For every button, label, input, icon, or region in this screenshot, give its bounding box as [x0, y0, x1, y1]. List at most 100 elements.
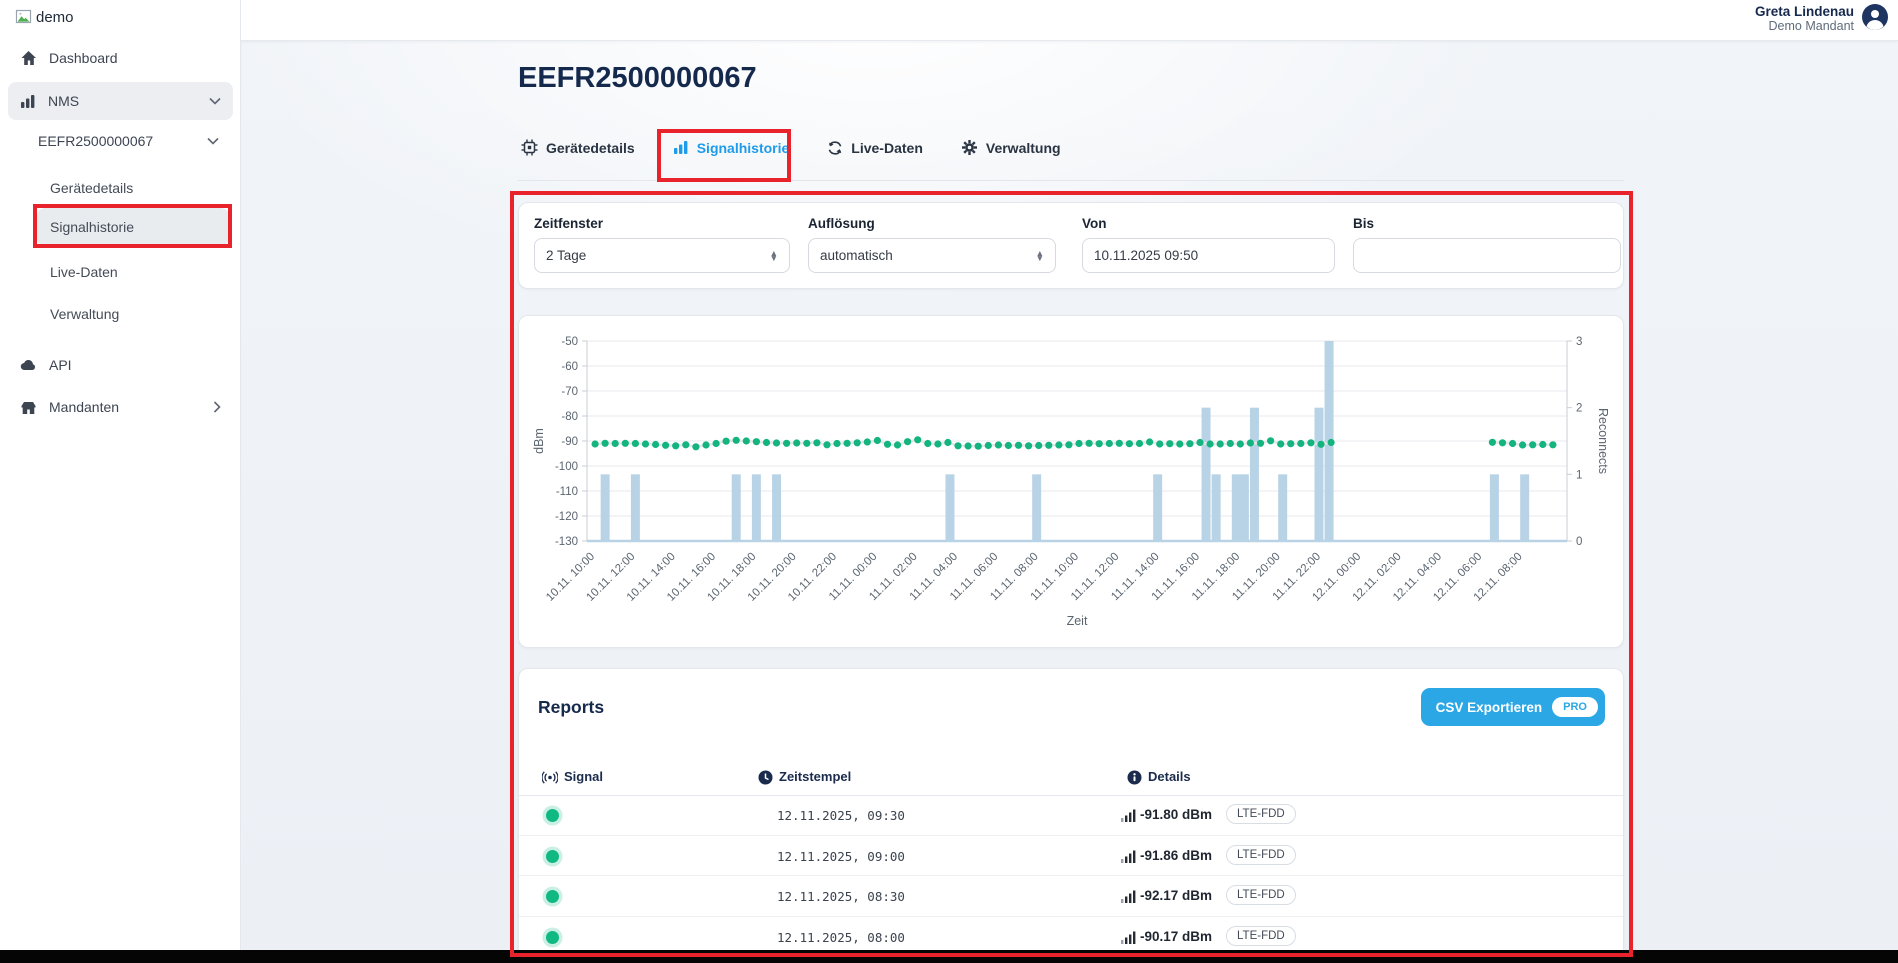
sidebar-item-dashboard[interactable]: Dashboard: [8, 39, 233, 77]
bottom-bar: [0, 950, 1898, 963]
user-avatar[interactable]: [1861, 3, 1889, 31]
table-row[interactable]: 12.11.2025, 09:00 -91.86 dBm LTE-FDD: [519, 836, 1623, 877]
building-icon: [20, 400, 37, 415]
tab-verwaltung[interactable]: Verwaltung: [959, 133, 1063, 162]
column-header-signal: Signal: [564, 769, 603, 784]
sidebar-item-label: EEFR2500000067: [38, 133, 207, 149]
sidebar-item-label: Signalhistorie: [50, 219, 134, 235]
svg-text:dBm: dBm: [532, 428, 546, 454]
aufloesung-field: Auflösung automatisch ▲▼: [808, 216, 1056, 273]
broken-image-icon: [15, 9, 34, 26]
signal-icon: [542, 771, 558, 784]
zeitfenster-field: Zeitfenster 2 Tage ▲▼: [534, 216, 790, 273]
chart-card: -50-60-70-80-90-100-110-120-130321010.11…: [518, 315, 1624, 648]
sidebar-item-label: Verwaltung: [50, 306, 119, 322]
svg-text:0: 0: [1576, 536, 1582, 548]
svg-text:Reconnects: Reconnects: [1596, 408, 1610, 474]
tab-bar: Gerätedetails Signalhistorie Live-Daten …: [519, 133, 1063, 162]
status-ok-dot: [546, 850, 559, 863]
zeitfenster-value: 2 Tage: [546, 248, 586, 263]
svg-text:-90: -90: [561, 436, 578, 448]
bis-label: Bis: [1353, 216, 1621, 231]
gear-icon: [961, 139, 978, 156]
tabs-divider: [518, 180, 1624, 181]
signal-bars-icon: [1121, 809, 1136, 822]
von-input[interactable]: [1082, 238, 1335, 273]
clock-icon: [758, 770, 773, 785]
signal-history-chart: -50-60-70-80-90-100-110-120-130321010.11…: [519, 316, 1623, 647]
sidebar-item-signalhistorie[interactable]: Signalhistorie: [37, 208, 229, 246]
network-type-badge: LTE-FDD: [1226, 804, 1296, 824]
chip-icon: [521, 139, 538, 156]
table-row[interactable]: 12.11.2025, 09:30 -91.80 dBm LTE-FDD: [519, 795, 1623, 836]
svg-text:-60: -60: [561, 361, 578, 373]
svg-text:1: 1: [1576, 469, 1582, 481]
sidebar-item-label: Live-Daten: [50, 264, 118, 280]
sidebar-item-label: NMS: [48, 93, 197, 109]
tab-geraetedetails[interactable]: Gerätedetails: [519, 133, 637, 162]
aufloesung-select[interactable]: automatisch ▲▼: [808, 238, 1056, 273]
row-signal-strength: -91.86 dBm: [1140, 848, 1212, 863]
bar-chart-icon: [673, 140, 689, 155]
von-label: Von: [1082, 216, 1335, 231]
sidebar-item-live-daten[interactable]: Live-Daten: [37, 253, 229, 290]
user-name: Greta Lindenau: [1755, 4, 1854, 19]
row-timestamp: 12.11.2025, 08:30: [777, 889, 905, 904]
aufloesung-value: automatisch: [820, 248, 893, 263]
column-header-details: Details: [1148, 769, 1191, 784]
tab-label: Verwaltung: [986, 140, 1061, 156]
sidebar-item-label: API: [49, 357, 221, 373]
reports-title: Reports: [538, 697, 604, 718]
svg-text:-80: -80: [561, 411, 578, 423]
aufloesung-label: Auflösung: [808, 216, 1056, 231]
network-type-badge: LTE-FDD: [1226, 845, 1296, 865]
sidebar-item-label: Gerätedetails: [50, 180, 133, 196]
sidebar-item-label: Mandanten: [49, 399, 201, 415]
svg-text:-50: -50: [561, 336, 578, 348]
sidebar-item-geraetedetails[interactable]: Gerätedetails: [37, 169, 229, 206]
csv-export-button[interactable]: CSV Exportieren PRO: [1421, 688, 1605, 726]
sidebar-item-mandanten[interactable]: Mandanten: [8, 388, 233, 426]
row-signal-strength: -90.17 dBm: [1140, 929, 1212, 944]
bar-chart-icon: [20, 94, 36, 109]
status-ok-dot: [546, 890, 559, 903]
tab-label: Live-Daten: [851, 140, 923, 156]
chevron-down-icon: [207, 137, 219, 145]
sidebar-item-device[interactable]: EEFR2500000067: [24, 122, 233, 159]
csv-export-label: CSV Exportieren: [1436, 700, 1543, 715]
select-arrows-icon: ▲▼: [1036, 251, 1044, 261]
info-icon: [1127, 770, 1142, 785]
tab-live-daten[interactable]: Live-Daten: [825, 134, 925, 162]
row-timestamp: 12.11.2025, 09:30: [777, 808, 905, 823]
tab-label: Signalhistorie: [697, 140, 790, 156]
column-header-zeitstempel: Zeitstempel: [779, 769, 851, 784]
tab-signalhistorie[interactable]: Signalhistorie: [671, 134, 792, 162]
user-tenant: Demo Mandant: [1755, 19, 1854, 34]
table-header: Signal Zeitstempel Details: [519, 761, 1623, 795]
svg-text:-70: -70: [561, 386, 578, 398]
network-type-badge: LTE-FDD: [1226, 885, 1296, 905]
refresh-icon: [827, 140, 843, 156]
svg-text:-120: -120: [555, 511, 578, 523]
signal-bars-icon: [1121, 850, 1136, 863]
bis-input[interactable]: [1353, 238, 1621, 273]
tab-label: Gerätedetails: [546, 140, 635, 156]
sidebar-item-nms[interactable]: NMS: [8, 82, 233, 120]
signal-bars-icon: [1121, 931, 1136, 944]
svg-text:-100: -100: [555, 461, 578, 473]
sidebar-item-api[interactable]: API: [8, 346, 233, 384]
svg-text:3: 3: [1576, 336, 1582, 348]
reports-card: Reports CSV Exportieren PRO Signal Zeits…: [518, 668, 1624, 960]
svg-text:Zeit: Zeit: [1067, 614, 1088, 628]
pro-badge: PRO: [1552, 697, 1598, 717]
logo-text: demo: [36, 9, 74, 26]
sidebar-item-verwaltung[interactable]: Verwaltung: [37, 295, 229, 332]
zeitfenster-select[interactable]: 2 Tage ▲▼: [534, 238, 790, 273]
bis-field: Bis: [1353, 216, 1621, 273]
table-row[interactable]: 12.11.2025, 08:30 -92.17 dBm LTE-FDD: [519, 876, 1623, 917]
row-timestamp: 12.11.2025, 08:00: [777, 930, 905, 945]
row-signal-strength: -91.80 dBm: [1140, 807, 1212, 822]
svg-text:-130: -130: [555, 536, 578, 548]
von-field: Von: [1082, 216, 1335, 273]
network-type-badge: LTE-FDD: [1226, 926, 1296, 946]
